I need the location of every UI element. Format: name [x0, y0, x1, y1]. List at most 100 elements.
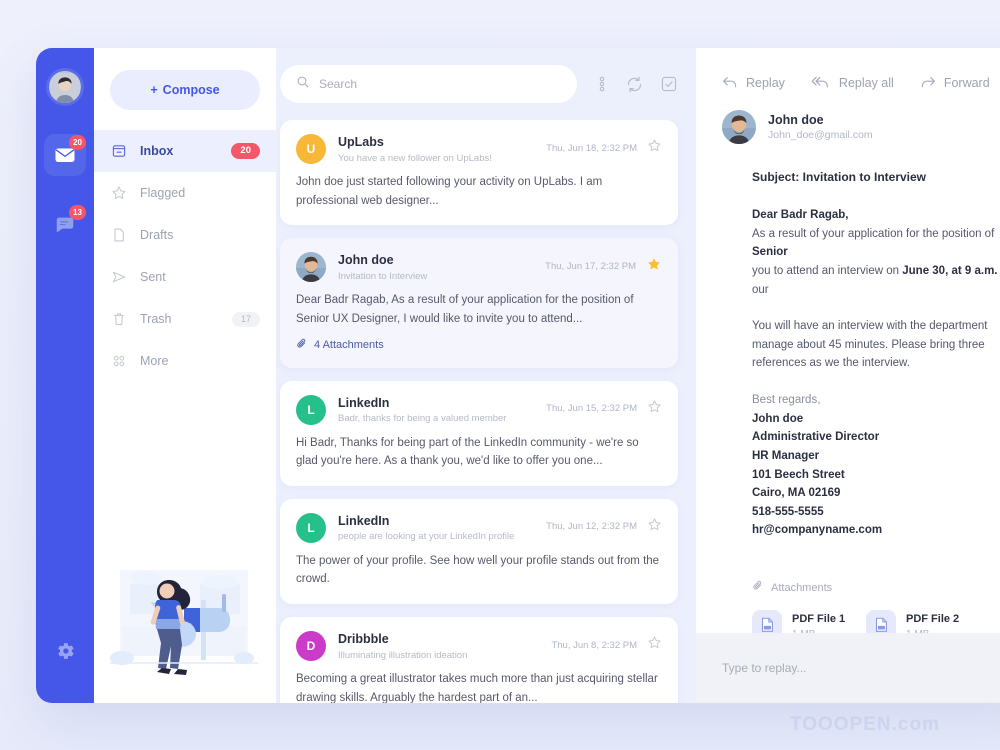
signature-line: Administrative Director	[752, 431, 880, 444]
email-client-app: 20 13 + Compose Inbox 20 Flagged Drafts …	[0, 0, 1000, 750]
reply-all-button[interactable]: Replay all	[811, 75, 894, 92]
reply-icon	[722, 75, 738, 92]
plus-icon: +	[150, 83, 158, 97]
avatar-letter: D	[306, 639, 316, 653]
drafts-icon	[110, 227, 127, 244]
avatar-letter: U	[306, 142, 316, 156]
mail-preview: Hi Badr, Thanks for being part of the Li…	[296, 436, 639, 468]
star-icon[interactable]	[647, 399, 662, 419]
avatar: U	[296, 134, 326, 164]
star-icon[interactable]	[647, 635, 662, 655]
sidebar-item-trash[interactable]: Trash 17	[94, 298, 276, 340]
signature-line: hr@companyname.com	[752, 524, 883, 537]
mail-preview: John doe just started following your act…	[296, 176, 603, 207]
attachment-item[interactable]: PDF File 1 1 MB	[752, 609, 852, 633]
attachments-title: Attachments	[752, 580, 1000, 595]
mail-greeting: Dear Badr Ragab,	[752, 206, 1000, 225]
signature-line: HR Manager	[752, 449, 820, 462]
mail-list[interactable]: U UpLabs You have a new follower on UpLa…	[276, 120, 696, 703]
mail-preview: Becoming a great illustrator takes much …	[296, 673, 658, 703]
more-icon	[110, 353, 127, 370]
mail-sender: Dribbble	[338, 632, 389, 646]
mail-preview: The power of your profile. See how well …	[296, 554, 660, 586]
sidebar-item-drafts[interactable]: Drafts	[94, 214, 276, 256]
mail-date: Thu, Jun 8, 2:32 PM	[551, 639, 637, 651]
reader-content: John doe John_doe@gmail.com Subject: Inv…	[696, 110, 1000, 633]
attachments-section: Attachments PDF File 1 1 MB	[752, 580, 1000, 633]
search-input[interactable]	[319, 77, 561, 91]
rail-badge-mail: 20	[69, 135, 86, 150]
reply-button[interactable]: Replay	[722, 75, 785, 92]
search-box[interactable]	[280, 65, 577, 103]
avatar: D	[296, 631, 326, 661]
mail-paragraph-1: As a result of your application for the …	[752, 225, 1000, 300]
sidebar-item-label: Inbox	[140, 144, 174, 158]
mail-list-item[interactable]: L LinkedIn people are looking at your Li…	[280, 498, 678, 604]
star-icon[interactable]	[646, 256, 662, 277]
reader-sender-row: John doe John_doe@gmail.com	[722, 110, 1000, 144]
para1-bold-role: Senior	[752, 246, 788, 259]
rail-item-chat[interactable]: 13	[44, 204, 86, 246]
mail-list-item[interactable]: John doe Invitation to Interview Thu, Ju…	[280, 238, 678, 368]
forward-label: Forward	[943, 76, 990, 90]
refresh-icon[interactable]	[625, 75, 644, 94]
icon-rail: 20 13	[36, 48, 94, 703]
rail-badge-chat: 13	[69, 205, 86, 220]
sidebar-item-label: Flagged	[140, 186, 186, 200]
star-icon[interactable]	[647, 517, 662, 537]
sidebar-item-flagged[interactable]: Flagged	[94, 172, 276, 214]
compose-label: Compose	[162, 83, 220, 97]
sidebar-item-inbox[interactable]: Inbox 20	[94, 130, 276, 172]
para1-part-b: you to attend an interview on	[752, 264, 903, 277]
mail-attachment-count[interactable]: 4 Attachments	[296, 338, 662, 353]
mail-date: Thu, Jun 15, 2:32 PM	[546, 403, 637, 414]
more-options-icon[interactable]	[595, 76, 609, 92]
sidebar-item-more[interactable]: More	[94, 340, 276, 382]
mail-list-item[interactable]: L LinkedIn Badr, thanks for being a valu…	[280, 380, 678, 486]
trash-badge: 17	[231, 311, 260, 327]
signature-closing: Best regards,	[752, 394, 821, 406]
reading-pane: Replay Replay all Forward John doe John_…	[696, 48, 1000, 703]
avatar-letter: L	[307, 520, 315, 535]
inbox-badge: 20	[231, 143, 260, 159]
attachment-item[interactable]: PDF File 2 1 MB	[866, 609, 966, 633]
mail-list-column: U UpLabs You have a new follower on UpLa…	[276, 48, 696, 703]
mail-list-item[interactable]: D Dribbble Illuminating illustration ide…	[280, 617, 678, 703]
avatar-letter: L	[307, 402, 315, 417]
mail-date: Thu, Jun 18, 2:32 PM	[546, 142, 637, 154]
signature-line: 101 Beech Street	[752, 468, 845, 481]
mail-list-item[interactable]: U UpLabs You have a new follower on UpLa…	[280, 120, 678, 226]
rail-item-mail[interactable]: 20	[44, 134, 86, 176]
compose-button[interactable]: + Compose	[110, 70, 260, 110]
greeting-text: Dear Badr Ragab,	[752, 209, 849, 221]
app-window: 20 13 + Compose Inbox 20 Flagged Drafts …	[36, 48, 1000, 703]
settings-button[interactable]	[54, 640, 76, 667]
sidebar-item-sent[interactable]: Sent	[94, 256, 276, 298]
attachment-name: PDF File 2	[906, 613, 960, 625]
mail-paragraph-2: You will have an interview with the depa…	[752, 320, 988, 370]
mail-preheader: Invitation to Interview	[338, 270, 428, 282]
star-icon[interactable]	[647, 138, 662, 158]
avatar[interactable]	[46, 68, 84, 106]
sidebar-item-label: Trash	[140, 312, 172, 326]
reply-bar[interactable]	[696, 633, 1000, 703]
mail-sender: John doe	[338, 253, 394, 268]
sidebar-item-label: Drafts	[140, 228, 174, 242]
forward-button[interactable]: Forward	[920, 75, 990, 92]
folder-sidebar: + Compose Inbox 20 Flagged Drafts Sent T…	[94, 48, 276, 703]
pdf-file-icon	[752, 609, 782, 633]
reply-input[interactable]	[722, 661, 1000, 675]
mail-date: Thu, Jun 17, 2:32 PM	[545, 261, 636, 273]
watermark: TOOOPEN.com	[789, 714, 940, 735]
attachments-title-label: Attachments	[771, 581, 833, 594]
reader-sender-name: John doe	[768, 113, 824, 127]
avatar: L	[296, 394, 326, 425]
mail-sender: LinkedIn	[338, 513, 390, 528]
inbox-icon	[110, 143, 127, 160]
mail-preheader: You have a new follower on UpLabs!	[338, 152, 492, 164]
select-all-icon[interactable]	[660, 75, 678, 93]
reader-toolbar: Replay Replay all Forward	[696, 48, 1000, 110]
list-toolbar	[276, 48, 696, 120]
forward-icon	[920, 75, 936, 92]
compose-area: + Compose	[94, 48, 276, 130]
